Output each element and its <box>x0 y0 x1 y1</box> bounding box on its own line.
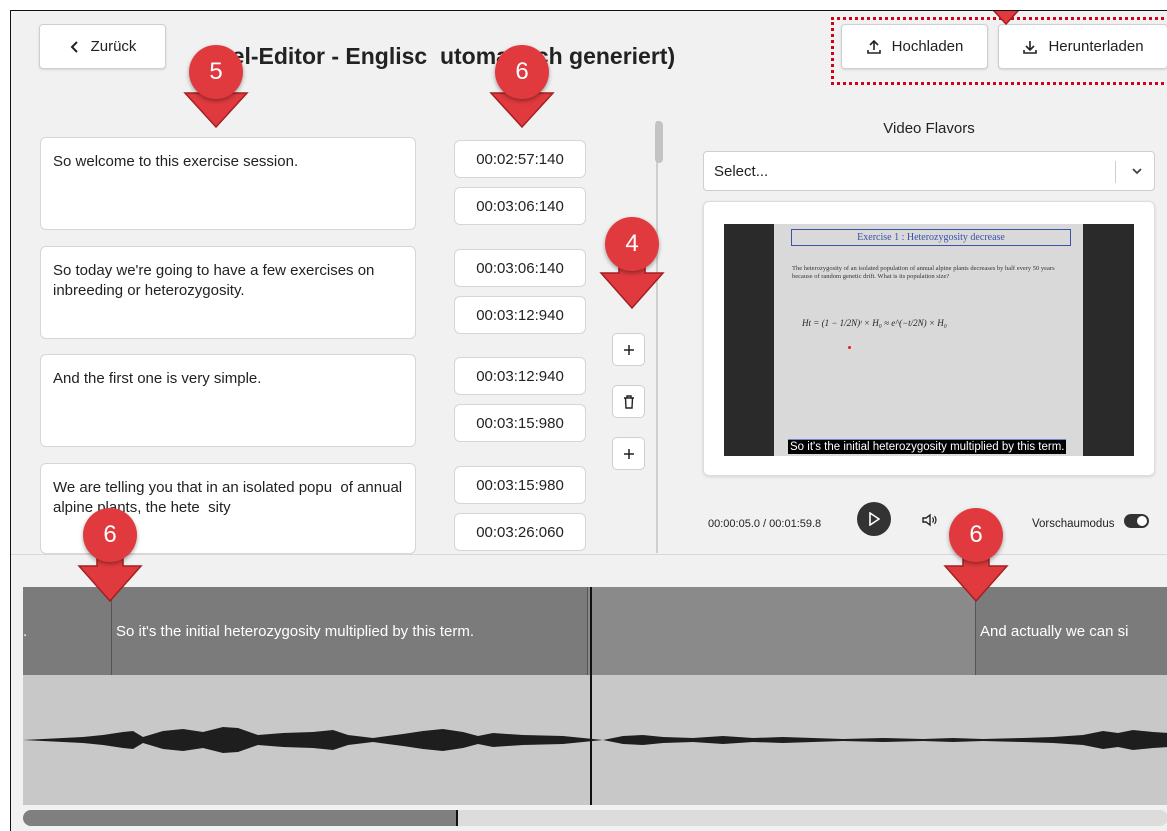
play-icon <box>869 512 880 526</box>
plus-icon <box>623 448 634 459</box>
timeline-segment[interactable] <box>587 587 975 675</box>
annotation-arrow-top <box>984 11 1028 26</box>
segment-start-1[interactable]: 00:02:57:140 <box>454 140 586 178</box>
select-separator <box>1115 161 1116 183</box>
segment-list-scrollbar[interactable] <box>656 121 658 553</box>
delete-segment-button[interactable] <box>612 385 645 418</box>
segment-end-4[interactable]: 00:03:26:060 <box>454 513 586 551</box>
slide-text: The heterozygosity of an isolated popula… <box>792 265 1055 280</box>
play-button[interactable] <box>857 502 891 536</box>
preview-mode-toggle[interactable] <box>1124 514 1149 528</box>
timeline-scroll-thumb[interactable] <box>23 810 456 826</box>
slide-pointer-dot <box>848 346 851 349</box>
chevron-down-icon <box>1132 168 1142 175</box>
video-flavors-label: Video Flavors <box>883 120 975 137</box>
annotation-marker-6: 6 <box>941 508 1011 604</box>
playhead[interactable] <box>590 587 592 805</box>
audio-waveform <box>23 675 1167 805</box>
player-time: 00:00:05.0 / 00:01:59.8 <box>708 518 822 530</box>
video-preview-card: Exercise 1 : Heterozygosity decrease The… <box>703 201 1155 476</box>
video-subtitle: So it's the initial heterozygosity multi… <box>788 439 1067 454</box>
timeline-scroll-marker <box>456 810 458 826</box>
segment-text-3[interactable]: And the first one is very simple. <box>40 354 416 447</box>
trash-icon <box>623 394 634 409</box>
back-button-label: Zurück <box>90 38 137 55</box>
segment-start-4[interactable]: 00:03:15:980 <box>454 466 586 504</box>
timeline-segment[interactable]: So it's the initial heterozygosity multi… <box>111 587 587 675</box>
down-arrow-icon <box>993 11 1019 26</box>
annotation-marker-6: 6 <box>75 508 145 604</box>
page-title: rtitel-Editor - Englisc utomatisch gener… <box>201 43 676 69</box>
add-segment-below-button[interactable] <box>612 437 645 470</box>
segment-start-2[interactable]: 00:03:06:140 <box>454 249 586 287</box>
video-flavor-value: Select... <box>714 163 769 180</box>
slide-title: Exercise 1 : Heterozygosity decrease <box>791 229 1071 246</box>
segment-start-3[interactable]: 00:03:12:940 <box>454 357 586 395</box>
annotation-marker-6: 6 <box>487 41 557 131</box>
toggle-knob <box>1137 516 1147 526</box>
annotation-marker-4: 4 <box>597 215 667 311</box>
slide-formula: Ht = (1 − 1/2N)ᵗ × H₀ ≈ e^(−t/2N) × H₀ <box>802 318 947 328</box>
plus-icon <box>623 344 634 355</box>
marker-number: 6 <box>83 508 137 562</box>
timeline[interactable]: . So it's the initial heterozygosity mul… <box>23 587 1167 805</box>
subtitle-editor-window: Zurück rtitel-Editor - Englisc utomatisc… <box>10 10 1167 831</box>
marker-number: 6 <box>495 45 549 99</box>
marker-number: 5 <box>189 45 243 99</box>
add-segment-button[interactable] <box>612 333 645 366</box>
segment-text-2[interactable]: So today we're going to have a few exerc… <box>40 246 416 339</box>
segment-end-3[interactable]: 00:03:15:980 <box>454 404 586 442</box>
marker-number: 4 <box>605 217 659 271</box>
segment-list-scroll-thumb[interactable] <box>655 121 663 163</box>
segment-end-2[interactable]: 00:03:12:940 <box>454 296 586 334</box>
annotation-marker-5: 5 <box>181 41 251 131</box>
lecture-slide: Exercise 1 : Heterozygosity decrease The… <box>774 224 1083 456</box>
volume-icon[interactable] <box>922 513 938 527</box>
marker-number: 6 <box>949 508 1003 562</box>
video-flavor-select[interactable]: Select... <box>703 151 1155 191</box>
segment-text-1[interactable]: So welcome to this exercise session. <box>40 137 416 230</box>
chevron-left-icon <box>70 40 78 53</box>
segment-end-1[interactable]: 00:03:06:140 <box>454 187 586 225</box>
back-button[interactable]: Zurück <box>39 24 166 69</box>
video-player[interactable]: Exercise 1 : Heterozygosity decrease The… <box>724 224 1134 456</box>
highlight-box <box>831 17 1167 85</box>
timeline-scrollbar[interactable] <box>23 810 1167 826</box>
preview-mode-label: Vorschaumodus <box>1032 518 1115 530</box>
